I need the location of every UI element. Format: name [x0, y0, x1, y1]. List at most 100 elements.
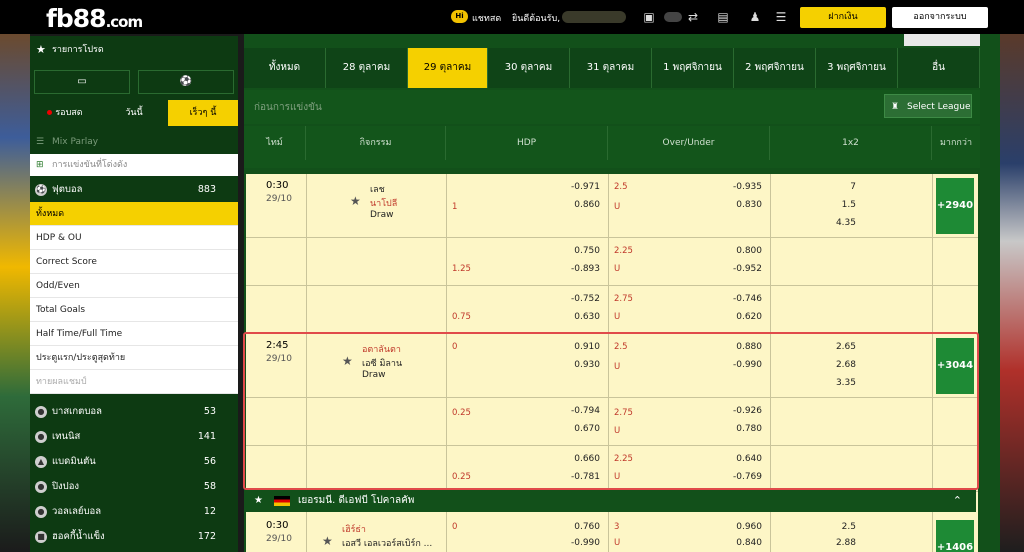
table-row: 0.25 0.660 -0.781 2.25 U 0.640 -0.769 — [246, 446, 978, 492]
tab-date-nov-3[interactable]: 3 พฤศจิกายน — [816, 48, 898, 88]
ou-over-odds[interactable]: -0.746 — [726, 294, 762, 304]
tab-date-all[interactable]: ทั้งหมด — [244, 48, 326, 88]
ou-under-label: U — [614, 426, 621, 436]
ou-under-label: U — [614, 312, 621, 322]
transfer-icon[interactable]: ⇄ — [686, 10, 700, 24]
more-markets-button[interactable]: +2940 — [936, 178, 974, 234]
hdp-handicap: 0 — [452, 342, 458, 352]
tab-date-nov-1[interactable]: 1 พฤศจิกายน — [652, 48, 734, 88]
message-icon: ▭ — [77, 76, 87, 87]
ou-under-odds[interactable]: -0.769 — [726, 472, 762, 482]
ou-under-odds[interactable]: 0.780 — [726, 424, 762, 434]
odds-x[interactable]: 3.35 — [826, 378, 856, 388]
profile-icon[interactable]: ♟ — [748, 10, 762, 24]
table-row: -0.752 0.75 0.630 2.75 U -0.746 0.620 — [246, 286, 978, 334]
odds-2[interactable]: 2.68 — [826, 360, 856, 370]
sports-menu-button[interactable]: ⚽ — [138, 70, 234, 94]
submenu-odd-even[interactable]: Odd/Even — [30, 274, 238, 298]
league-header[interactable]: ★ เยอรมนี. ดีเอฟบี โปคาลคัพ ⌃ — [244, 490, 976, 512]
hdp-away-odds[interactable]: -0.781 — [564, 472, 600, 482]
hdp-home-odds[interactable]: -0.752 — [564, 294, 600, 304]
odds-2[interactable]: 1.5 — [826, 200, 856, 210]
select-league-button[interactable]: ♜ Select League — [884, 94, 972, 118]
ou-over-odds[interactable]: 0.640 — [726, 454, 762, 464]
sidebar-item-table-tennis[interactable]: ● ปิงปอง 58 — [30, 475, 238, 499]
mix-parlay-item[interactable]: ☰ Mix Parlay — [30, 132, 238, 152]
sidebar-item-volleyball[interactable]: ● วอลเลย์บอล 12 — [30, 500, 238, 524]
odds-2[interactable]: 2.88 — [826, 538, 856, 548]
favorite-star-icon[interactable]: ★ — [322, 534, 333, 548]
favorites-item[interactable]: ★ รายการโปรด — [30, 38, 238, 62]
ou-under-odds[interactable]: -0.990 — [726, 360, 762, 370]
view-toggle[interactable] — [904, 34, 980, 46]
sidebar-item-tennis[interactable]: ● เทนนิส 141 — [30, 425, 238, 449]
sidebar-item-ice-hockey[interactable]: ■ ฮอคกี้น้ำแข็ง 172 — [30, 525, 238, 549]
more-markets-button[interactable]: +1406 — [936, 520, 974, 552]
odds-1[interactable]: 7 — [826, 182, 856, 192]
hdp-home-odds[interactable]: -0.794 — [564, 406, 600, 416]
chat-icon[interactable]: Hi — [451, 10, 468, 23]
hdp-home-odds[interactable]: 0.910 — [564, 342, 600, 352]
popular-competitions-item[interactable]: ⊞ การแข่งขันที่โด่งดัง — [30, 154, 238, 176]
tab-date-31[interactable]: 31 ตุลาคม — [570, 48, 652, 88]
submenu-all[interactable]: ทั้งหมด — [30, 202, 238, 226]
submenu-correct-score[interactable]: Correct Score — [30, 250, 238, 274]
column-headers: ไทม์ กิจกรรม HDP Over/Under 1x2 มากกว่า — [244, 126, 980, 160]
ou-over-odds[interactable]: 0.800 — [726, 246, 762, 256]
live-chat-label[interactable]: แชทสด — [472, 11, 501, 25]
hdp-away-odds[interactable]: 0.670 — [564, 424, 600, 434]
sidebar-item-basketball[interactable]: ● บาสเกตบอล 53 — [30, 400, 238, 424]
hdp-home-odds[interactable]: 0.660 — [564, 454, 600, 464]
ou-under-odds[interactable]: 0.620 — [726, 312, 762, 322]
star-icon[interactable]: ★ — [254, 490, 263, 512]
odds-1[interactable]: 2.5 — [826, 522, 856, 532]
promo-icon[interactable]: ▤ — [712, 10, 734, 24]
submenu-halftime-fulltime[interactable]: Half Time/Full Time — [30, 322, 238, 346]
sidebar-item-soccer[interactable]: ⚽ ฟุตบอล 883 — [30, 178, 238, 202]
hdp-home-odds[interactable]: 0.760 — [564, 522, 600, 532]
tab-date-28[interactable]: 28 ตุลาคม — [326, 48, 408, 88]
tab-date-nov-2[interactable]: 2 พฤศจิกายน — [734, 48, 816, 88]
ou-under-odds[interactable]: -0.952 — [726, 264, 762, 274]
more-markets-button[interactable]: +3044 — [936, 338, 974, 394]
ou-under-odds[interactable]: 0.840 — [726, 538, 762, 548]
hdp-away-odds[interactable]: 0.930 — [564, 360, 600, 370]
logout-button[interactable]: ออกจากระบบ — [892, 7, 988, 28]
logo[interactable]: fb88.com — [46, 4, 143, 33]
chevron-up-icon[interactable]: ⌃ — [953, 490, 962, 512]
ou-under-odds[interactable]: 0.830 — [726, 200, 762, 210]
ou-under-label: U — [614, 538, 621, 548]
hdp-away-odds[interactable]: -0.893 — [564, 264, 600, 274]
sport-name: เทนนิส — [52, 431, 81, 442]
ou-over-odds[interactable]: -0.926 — [726, 406, 762, 416]
tab-date-30[interactable]: 30 ตุลาคม — [488, 48, 570, 88]
tab-date-29[interactable]: 29 ตุลาคม — [408, 48, 488, 88]
submenu-hdp-ou[interactable]: HDP & OU — [30, 226, 238, 250]
odds-1[interactable]: 2.65 — [826, 342, 856, 352]
hdp-home-odds[interactable]: -0.971 — [564, 182, 600, 192]
submenu-total-goals[interactable]: Total Goals — [30, 298, 238, 322]
bet-list-icon[interactable]: ☰ — [774, 10, 788, 24]
favorite-star-icon[interactable]: ★ — [350, 194, 361, 208]
hdp-away-odds[interactable]: 0.630 — [564, 312, 600, 322]
hdp-away-odds[interactable]: -0.990 — [564, 538, 600, 548]
deposit-button[interactable]: ฝากเงิน — [800, 7, 886, 28]
tab-today[interactable]: วันนี้ — [100, 100, 168, 126]
submenu-outright[interactable]: ทายผลแชมป์ — [30, 370, 238, 394]
tab-date-other[interactable]: อื่น — [898, 48, 980, 88]
ou-over-odds[interactable]: -0.935 — [726, 182, 762, 192]
tab-live[interactable]: รอบสด — [30, 100, 100, 126]
sport-name: ฮอคกี้น้ำแข็ง — [52, 531, 105, 542]
sidebar-item-badminton[interactable]: ▲ แบดมินตัน 56 — [30, 450, 238, 474]
tab-upcoming[interactable]: เร็วๆ นี้ — [168, 100, 238, 126]
wallet-icon[interactable]: ▣ — [642, 10, 656, 24]
paddle-icon: ● — [35, 481, 47, 493]
ou-over-odds[interactable]: 0.960 — [726, 522, 762, 532]
odds-x[interactable]: 4.35 — [826, 218, 856, 228]
hdp-home-odds[interactable]: 0.750 — [564, 246, 600, 256]
bet-slip-button[interactable]: ▭ — [34, 70, 130, 94]
submenu-first-last-goal[interactable]: ประตูแรก/ประตูสุดท้าย — [30, 346, 238, 370]
hdp-away-odds[interactable]: 0.860 — [564, 200, 600, 210]
ou-over-odds[interactable]: 0.880 — [726, 342, 762, 352]
favorite-star-icon[interactable]: ★ — [342, 354, 353, 368]
